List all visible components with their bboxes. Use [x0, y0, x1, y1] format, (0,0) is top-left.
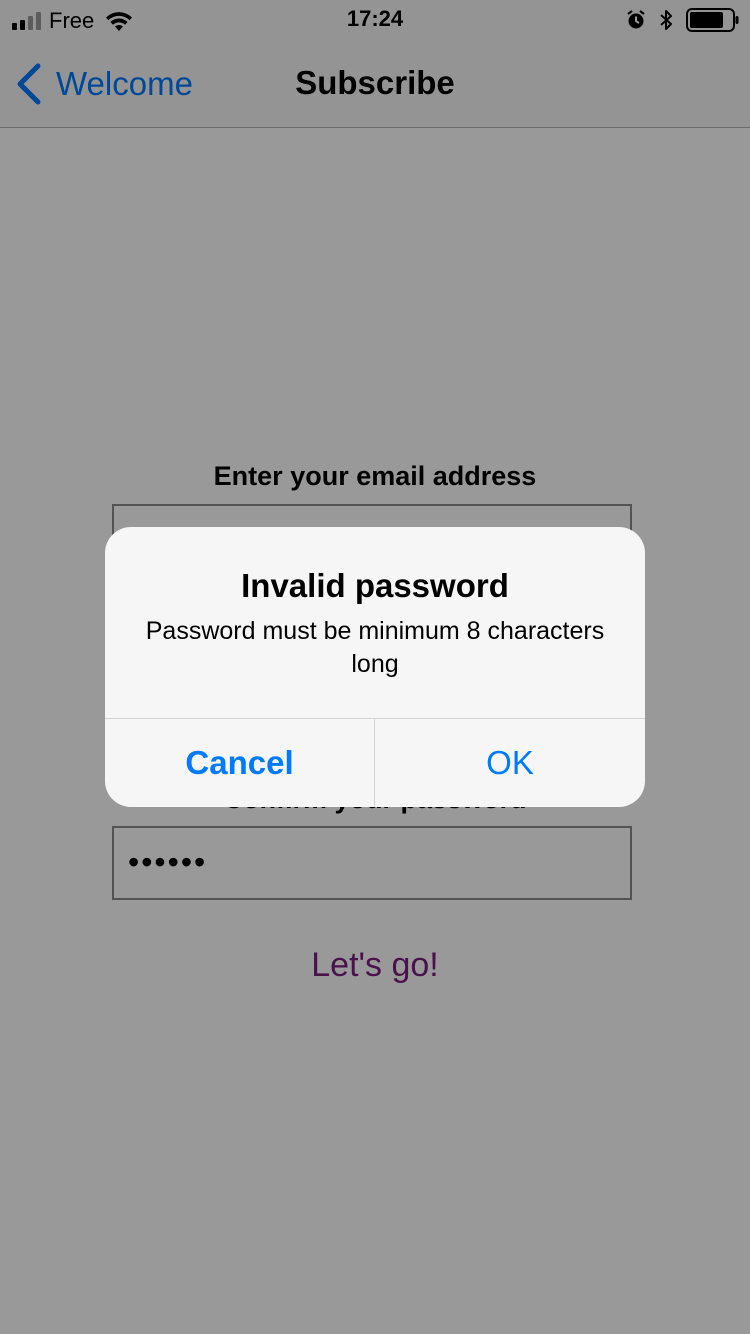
- alert-title: Invalid password: [241, 567, 509, 604]
- alert-message: Password must be minimum 8 characters lo…: [145, 617, 605, 678]
- alert-dialog: Invalid password Password must be minimu…: [105, 527, 645, 807]
- ok-button[interactable]: OK: [375, 719, 645, 807]
- cancel-button[interactable]: Cancel: [105, 719, 374, 807]
